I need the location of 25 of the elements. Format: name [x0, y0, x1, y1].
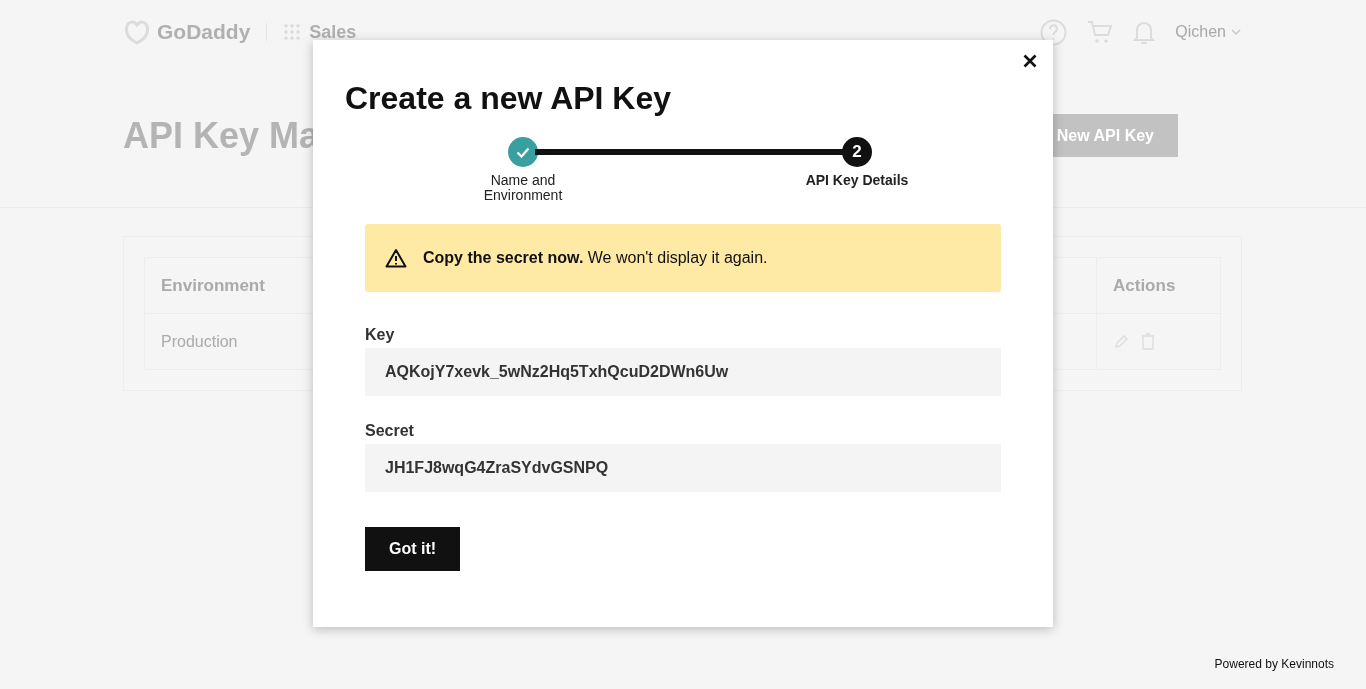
table-cell: Production	[161, 332, 238, 351]
field-label: Secret	[365, 422, 415, 440]
bell-icon	[1133, 19, 1156, 45]
field-label: Key	[365, 326, 396, 344]
column-header: Actions	[1096, 258, 1220, 314]
chevron-down-icon[interactable]	[1230, 28, 1242, 36]
check-icon	[516, 146, 530, 158]
cart-icon	[1087, 19, 1114, 45]
step-label: API Key Details	[805, 173, 909, 188]
warning-icon	[385, 248, 407, 268]
close-button[interactable]	[1021, 52, 1039, 70]
logo[interactable]: GoDaddy	[123, 19, 251, 45]
step-label: Name and Environment	[482, 173, 564, 203]
app-name[interactable]: Sales	[309, 21, 357, 43]
footer-text: Powered by Kevinnots	[1214, 657, 1334, 671]
input-field[interactable]: AQKojY7xevk_5wNz2Hq5TxhQcuD2DWn6Uw	[365, 348, 1001, 396]
help-icon	[1040, 18, 1068, 46]
edit-icon[interactable]	[1113, 333, 1129, 350]
got-it-button[interactable]: Got it!	[365, 527, 461, 571]
input-field[interactable]: JH1FJ8wqG4ZraSYdvGSNPQ	[365, 444, 1001, 492]
grid-icon	[283, 23, 302, 41]
logo-icon	[123, 19, 151, 45]
user-menu[interactable]: Qichen	[1175, 23, 1226, 41]
step-indicator: 2	[842, 137, 872, 167]
modal-title: Create a new API Key	[345, 80, 673, 117]
